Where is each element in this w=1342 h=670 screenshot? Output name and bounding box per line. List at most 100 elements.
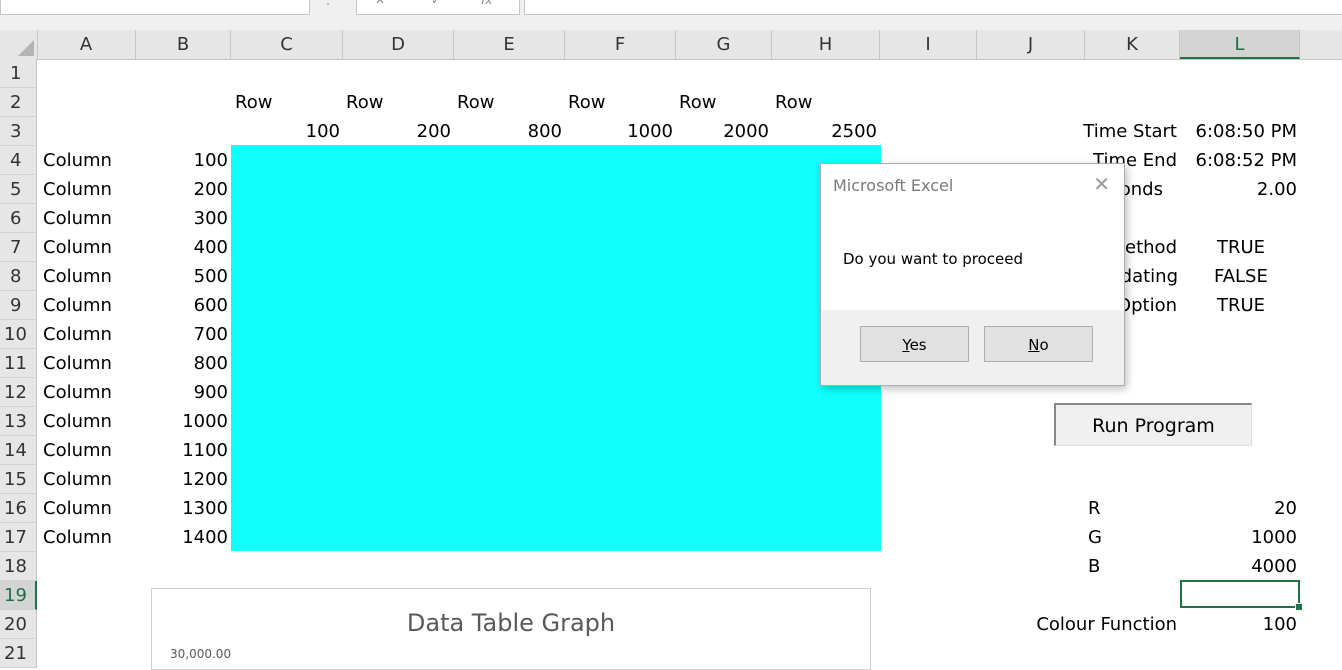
column-value-cell[interactable]: 900	[136, 378, 228, 407]
row-header-9[interactable]: 9	[0, 291, 37, 320]
row-header-2[interactable]: 2	[0, 88, 37, 117]
header-row-label[interactable]: Row	[346, 88, 383, 117]
column-label-cell[interactable]: Column	[43, 378, 133, 407]
column-header-b[interactable]: B	[136, 30, 231, 59]
column-label-cell[interactable]: Column	[43, 175, 133, 204]
column-header-a[interactable]: A	[37, 30, 136, 59]
close-icon[interactable]: ✕	[1093, 174, 1110, 194]
column-header-h[interactable]: H	[772, 30, 880, 59]
column-header-g[interactable]: G	[676, 30, 772, 59]
header-row-value[interactable]: 2500	[772, 117, 877, 146]
header-row-label[interactable]: Row	[679, 88, 716, 117]
row-header-1[interactable]: 1	[0, 59, 37, 88]
row-header-4[interactable]: 4	[0, 146, 37, 175]
column-header-l[interactable]: L	[1180, 30, 1300, 59]
cancel-icon[interactable]: ✕	[375, 0, 385, 7]
header-row-value[interactable]: 800	[454, 117, 562, 146]
column-header-j[interactable]: J	[977, 30, 1085, 59]
row-header-16[interactable]: 16	[0, 494, 37, 523]
row-header-19[interactable]: 19	[0, 581, 37, 610]
column-value-cell[interactable]: 500	[136, 262, 228, 291]
b-value[interactable]: 4000	[1180, 552, 1297, 581]
column-value-cell[interactable]: 1400	[136, 523, 228, 552]
header-row-value[interactable]: 1000	[565, 117, 673, 146]
data-table-fill[interactable]	[231, 145, 881, 551]
method-value[interactable]: TRUE	[1217, 233, 1265, 262]
active-cell-l19[interactable]	[1180, 580, 1303, 611]
g-label[interactable]: G	[1088, 523, 1102, 552]
column-header-k[interactable]: K	[1085, 30, 1180, 59]
column-value-cell[interactable]: 200	[136, 175, 228, 204]
column-label-cell[interactable]: Column	[43, 523, 133, 552]
column-label-cell[interactable]: Column	[43, 349, 133, 378]
column-header-e[interactable]: E	[454, 30, 565, 59]
formula-bar-splitter[interactable]: :	[326, 0, 330, 8]
option-value[interactable]: TRUE	[1217, 291, 1265, 320]
row-header-10[interactable]: 10	[0, 320, 37, 349]
screen-updating-value[interactable]: FALSE	[1214, 262, 1268, 291]
row-header-14[interactable]: 14	[0, 436, 37, 465]
row-header-13[interactable]: 13	[0, 407, 37, 436]
run-program-button[interactable]: Run Program	[1054, 403, 1252, 446]
name-box[interactable]	[0, 0, 310, 15]
header-row-label[interactable]: Row	[235, 88, 272, 117]
row-header-21[interactable]: 21	[0, 639, 37, 668]
time-start-label[interactable]: Time Start	[1060, 117, 1177, 146]
column-label-cell[interactable]: Column	[43, 233, 133, 262]
column-value-cell[interactable]: 100	[136, 146, 228, 175]
r-label[interactable]: R	[1088, 494, 1101, 523]
header-row-label[interactable]: Row	[775, 88, 812, 117]
column-label-cell[interactable]: Column	[43, 407, 133, 436]
no-button[interactable]: No	[984, 326, 1093, 362]
g-value[interactable]: 1000	[1180, 523, 1297, 552]
header-row-label[interactable]: Row	[568, 88, 605, 117]
colour-function-value[interactable]: 100	[1180, 610, 1297, 639]
b-label[interactable]: B	[1088, 552, 1100, 581]
column-label-cell[interactable]: Column	[43, 262, 133, 291]
colour-function-label[interactable]: Colour Function	[1000, 610, 1177, 639]
seconds-value[interactable]: 2.00	[1180, 175, 1297, 204]
column-value-cell[interactable]: 1000	[136, 407, 228, 436]
row-header-6[interactable]: 6	[0, 204, 37, 233]
row-header-12[interactable]: 12	[0, 378, 37, 407]
row-header-20[interactable]: 20	[0, 610, 37, 639]
column-header-d[interactable]: D	[343, 30, 454, 59]
column-value-cell[interactable]: 700	[136, 320, 228, 349]
formula-input[interactable]	[524, 0, 1342, 15]
column-header-c[interactable]: C	[231, 30, 343, 59]
row-header-17[interactable]: 17	[0, 523, 37, 552]
select-all-button[interactable]	[0, 30, 38, 59]
header-row-value[interactable]: 2000	[676, 117, 769, 146]
column-label-cell[interactable]: Column	[43, 146, 133, 175]
column-value-cell[interactable]: 400	[136, 233, 228, 262]
column-value-cell[interactable]: 1200	[136, 465, 228, 494]
row-header-11[interactable]: 11	[0, 349, 37, 378]
header-row-label[interactable]: Row	[457, 88, 494, 117]
column-label-cell[interactable]: Column	[43, 436, 133, 465]
header-row-value[interactable]: 200	[343, 117, 451, 146]
column-value-cell[interactable]: 300	[136, 204, 228, 233]
row-header-7[interactable]: 7	[0, 233, 37, 262]
enter-icon[interactable]: ✓	[431, 0, 441, 7]
column-label-cell[interactable]: Column	[43, 204, 133, 233]
column-label-cell[interactable]: Column	[43, 291, 133, 320]
header-row-value[interactable]: 100	[231, 117, 340, 146]
row-header-18[interactable]: 18	[0, 552, 37, 581]
row-header-3[interactable]: 3	[0, 117, 37, 146]
insert-function-icon[interactable]: fx	[481, 0, 492, 7]
row-header-8[interactable]: 8	[0, 262, 37, 291]
column-value-cell[interactable]: 1100	[136, 436, 228, 465]
column-value-cell[interactable]: 800	[136, 349, 228, 378]
column-label-cell[interactable]: Column	[43, 465, 133, 494]
column-value-cell[interactable]: 1300	[136, 494, 228, 523]
r-value[interactable]: 20	[1180, 494, 1297, 523]
column-header-i[interactable]: I	[880, 30, 977, 59]
column-label-cell[interactable]: Column	[43, 320, 133, 349]
column-header-f[interactable]: F	[565, 30, 676, 59]
column-value-cell[interactable]: 600	[136, 291, 228, 320]
column-label-cell[interactable]: Column	[43, 494, 133, 523]
time-end-value[interactable]: 6:08:52 PM	[1180, 146, 1298, 175]
time-start-value[interactable]: 6:08:50 PM	[1180, 117, 1298, 146]
yes-button[interactable]: Yes	[860, 326, 969, 362]
row-header-15[interactable]: 15	[0, 465, 37, 494]
